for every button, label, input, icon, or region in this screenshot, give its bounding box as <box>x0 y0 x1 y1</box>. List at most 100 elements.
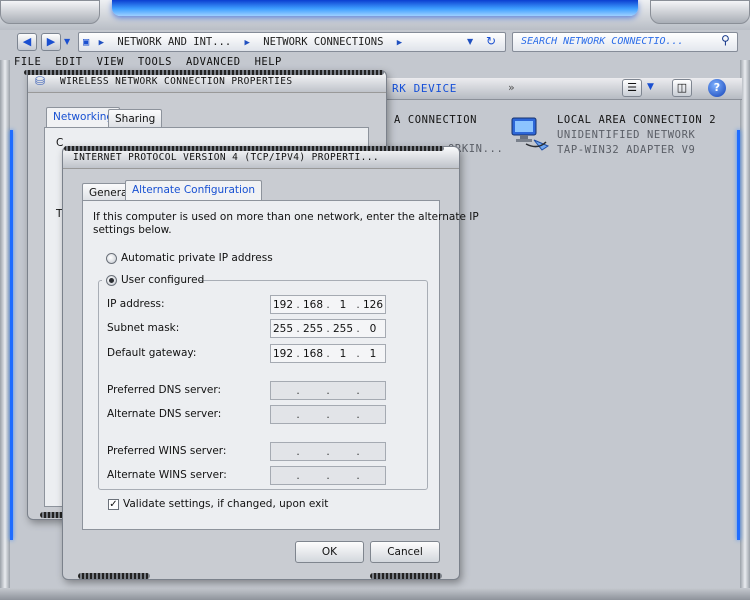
ip-dot: . <box>326 298 330 311</box>
ip-dot: . <box>296 298 300 311</box>
address-dropdown-icon[interactable]: ▼ <box>467 37 473 46</box>
ip-octet: 192 <box>272 298 294 311</box>
dns-dot: . <box>296 384 300 397</box>
preferred-wins-label: Preferred WINS server: <box>107 445 227 457</box>
alternate-wins-label: Alternate WINS server: <box>107 469 227 481</box>
radio-automatic-private-ip-label[interactable]: Automatic private IP address <box>121 252 273 264</box>
ip-address-input[interactable]: 192. 168. 1. 126 <box>270 295 386 314</box>
menu-bar: FILE EDIT VIEW TOOLS ADVANCED HELP <box>14 55 394 71</box>
title-glow-bar <box>112 0 638 16</box>
mask-dot: . <box>296 322 300 335</box>
dns-dot: . <box>296 408 300 421</box>
mask-octet: 0 <box>369 322 377 335</box>
menu-help[interactable]: HELP <box>255 56 282 68</box>
wins-dot: . <box>296 445 300 458</box>
menu-file[interactable]: FILE <box>14 56 41 68</box>
dns-dot: . <box>326 408 330 421</box>
wireless-partial-text-c: C <box>56 137 64 149</box>
wins-dot: . <box>326 469 330 482</box>
forward-button[interactable]: ▶ <box>41 33 61 51</box>
wins-dot: . <box>326 445 330 458</box>
ip-octet: 168 <box>302 298 324 311</box>
back-arrow-icon: ◀ <box>22 35 32 48</box>
preferred-dns-input[interactable]: ... <box>270 381 386 400</box>
toolbar-overflow-chevron[interactable]: » <box>508 81 515 94</box>
window-bottom-frame <box>0 588 750 600</box>
ipv4-dialog-top-grip <box>64 146 444 151</box>
frame-cap-left <box>0 0 100 24</box>
intro-text-line-2: settings below. <box>93 224 172 236</box>
toolbar-network-device-button[interactable]: RK DEVICE <box>392 82 457 95</box>
subnet-mask-input[interactable]: 255. 255. 255. 0 <box>270 319 386 338</box>
change-view-icon[interactable]: ☰ <box>622 79 642 97</box>
address-bar[interactable]: ▣ ▶ NETWORK AND INT... ▶ NETWORK CONNECT… <box>78 32 506 52</box>
dns-dot: . <box>356 408 360 421</box>
wins-dot: . <box>356 469 360 482</box>
breadcrumb-chevron-icon[interactable]: ▶ <box>397 38 402 48</box>
tab-alternate-configuration[interactable]: Alternate Configuration <box>125 180 263 201</box>
validate-settings-checkbox[interactable]: ✓ <box>108 499 119 510</box>
cancel-button[interactable]: Cancel <box>370 541 440 563</box>
wins-dot: . <box>296 469 300 482</box>
gw-octet: 192 <box>272 347 294 360</box>
preferred-dns-label: Preferred DNS server: <box>107 384 222 396</box>
refresh-icon[interactable]: ↻ <box>486 34 496 48</box>
alternate-dns-input[interactable]: ... <box>270 405 386 424</box>
connection-status: UNIDENTIFIED NETWORK <box>557 129 696 141</box>
mask-octet: 255 <box>332 322 354 335</box>
forward-arrow-icon: ▶ <box>46 35 56 48</box>
default-gateway-input[interactable]: 192. 168. 1. 1 <box>270 344 386 363</box>
alternate-wins-input[interactable]: ... <box>270 466 386 485</box>
intro-text-line-1: If this computer is used on more than on… <box>93 211 479 223</box>
mask-dot: . <box>356 322 360 335</box>
search-input[interactable]: SEARCH NETWORK CONNECTIO... <box>512 32 738 52</box>
menu-tools[interactable]: TOOLS <box>138 56 172 68</box>
dns-dot: . <box>356 384 360 397</box>
network-folder-icon: ▣ <box>83 36 90 48</box>
wireless-dialog-top-grip <box>24 70 384 75</box>
ip-dot: . <box>356 298 360 311</box>
view-options-dropdown-icon[interactable]: ▼ <box>647 82 654 92</box>
radio-automatic-private-ip[interactable] <box>106 253 117 264</box>
gw-octet: 1 <box>339 347 347 360</box>
menu-advanced[interactable]: ADVANCED <box>186 56 241 68</box>
mask-octet: 255 <box>272 322 294 335</box>
search-icon[interactable]: ⚲ <box>721 33 730 47</box>
menu-edit[interactable]: EDIT <box>55 56 82 68</box>
ipv4-dialog-title-text: INTERNET PROTOCOL VERSION 4 (TCP/IPV4) P… <box>73 152 379 163</box>
gw-dot: . <box>326 347 330 360</box>
gw-octet: 1 <box>369 347 377 360</box>
gw-dot: . <box>296 347 300 360</box>
breadcrumb-network-connections[interactable]: NETWORK CONNECTIONS <box>263 36 383 48</box>
ok-button[interactable]: OK <box>295 541 364 563</box>
mask-octet: 255 <box>302 322 324 335</box>
recent-pages-dropdown-icon[interactable]: ▼ <box>64 37 70 46</box>
ip-octet: 126 <box>362 298 384 311</box>
frame-glow-right <box>737 130 740 540</box>
mask-dot: . <box>326 322 330 335</box>
menu-view[interactable]: VIEW <box>97 56 124 68</box>
back-button[interactable]: ◀ <box>17 33 37 51</box>
gw-dot: . <box>356 347 360 360</box>
breadcrumb-chevron-icon[interactable]: ▶ <box>245 38 250 48</box>
frame-glow-left <box>10 130 13 540</box>
wireless-dialog-title-text: WIRELESS NETWORK CONNECTION PROPERTIES <box>60 76 293 87</box>
network-adapter-icon[interactable] <box>508 112 550 152</box>
preferred-wins-input[interactable]: ... <box>270 442 386 461</box>
breadcrumb-chevron-icon[interactable]: ▶ <box>99 38 104 48</box>
help-icon[interactable]: ? <box>708 79 726 97</box>
connection-adapter: TAP-WIN32 ADAPTER V9 <box>557 144 696 156</box>
tab-sharing[interactable]: Sharing <box>108 109 163 128</box>
validate-settings-label[interactable]: Validate settings, if changed, upon exit <box>123 498 328 510</box>
radio-user-configured-label[interactable]: User configured <box>121 274 204 286</box>
connection-name[interactable]: LOCAL AREA CONNECTION 2 <box>557 114 716 126</box>
frame-cap-right <box>650 0 750 24</box>
radio-user-configured[interactable] <box>106 275 117 286</box>
connection-partial-name[interactable]: A CONNECTION <box>394 114 477 126</box>
breadcrumb-network-and-internet[interactable]: NETWORK AND INT... <box>117 36 231 48</box>
frame-rail-right <box>740 60 750 590</box>
network-properties-icon: ⛁ <box>35 74 46 88</box>
preview-pane-icon[interactable]: ◫ <box>672 79 692 97</box>
ip-address-label: IP address: <box>107 298 165 310</box>
ip-octet: 1 <box>339 298 347 311</box>
